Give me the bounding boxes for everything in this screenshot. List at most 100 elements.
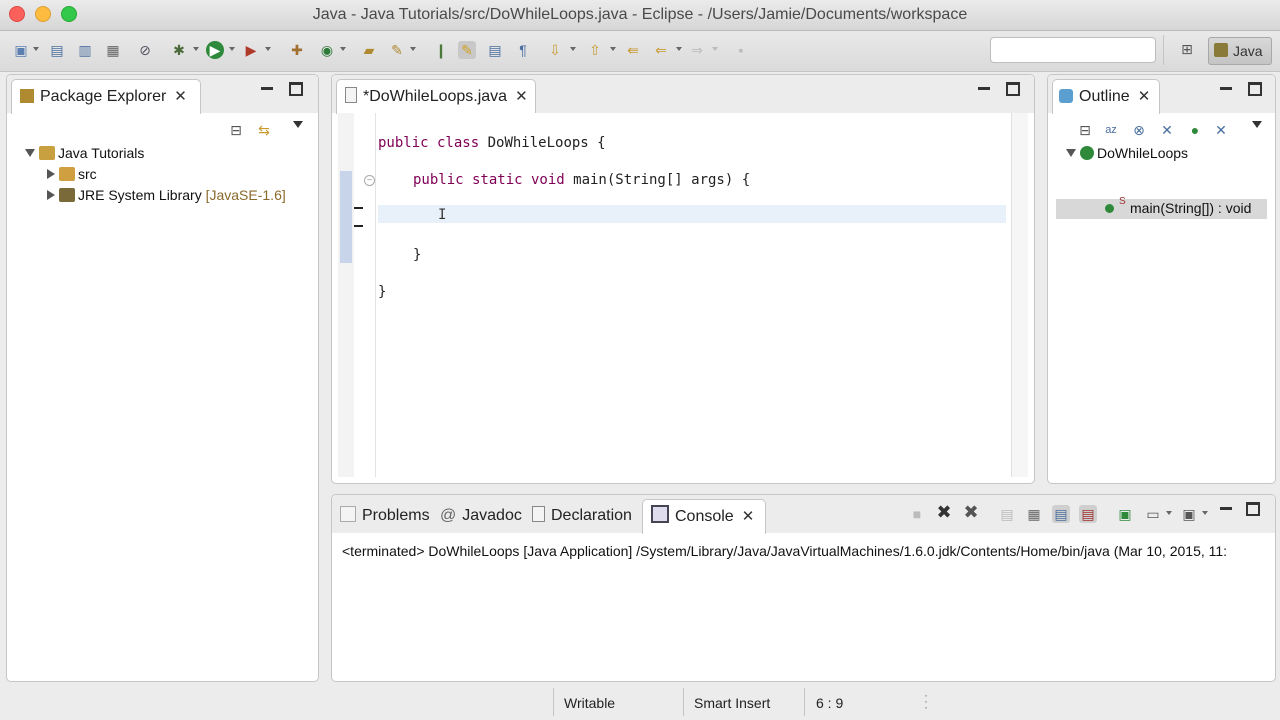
package-explorer-header: Package Explorer ✕ — [7, 75, 318, 114]
open-type-icon[interactable]: ▰ — [360, 41, 378, 59]
open-perspective-icon[interactable]: ⊞ — [1177, 41, 1197, 61]
expanded-arrow-icon[interactable] — [25, 149, 35, 157]
show-whitespace-icon[interactable]: ¶ — [514, 41, 532, 59]
code-line-9: } — [378, 284, 386, 300]
back-dropdown-icon[interactable] — [676, 47, 682, 51]
tab-dowhileloops-java[interactable]: *DoWhileLoops.java ✕ — [336, 79, 536, 114]
close-icon[interactable]: ✕ — [1138, 80, 1151, 114]
maximize-icon[interactable] — [1006, 82, 1020, 96]
next-annotation-icon[interactable]: ⇩ — [546, 41, 564, 59]
save-all-icon[interactable]: ▥ — [76, 41, 94, 59]
new-class-dropdown-icon[interactable] — [340, 47, 346, 51]
close-icon[interactable]: ✕ — [174, 80, 187, 114]
next-annotation-dropdown-icon[interactable] — [570, 47, 576, 51]
clear-console-icon[interactable]: ▤ — [998, 505, 1016, 523]
tree-item-jre[interactable]: JRE System Library [JavaSE-1.6] — [47, 187, 286, 203]
external-tools-icon[interactable]: ✚ — [288, 41, 306, 59]
view-menu-icon[interactable] — [293, 121, 303, 128]
outline-method-item[interactable]: S main(String[]) : void — [1056, 196, 1267, 219]
tree-item-src[interactable]: src — [47, 166, 97, 182]
project-label: Java Tutorials — [58, 145, 145, 161]
tab-javadoc[interactable]: @ Javadoc — [440, 499, 522, 533]
previous-annotation-dropdown-icon[interactable] — [610, 47, 616, 51]
java-perspective-button[interactable]: Java — [1208, 37, 1272, 65]
print-icon[interactable]: ▦ — [104, 41, 122, 59]
close-icon[interactable]: ✕ — [515, 80, 528, 114]
new-dropdown-icon[interactable] — [33, 47, 39, 51]
remove-launch-icon[interactable]: ✖ — [935, 503, 953, 521]
code-editor[interactable]: – public class DoWhileLoops { public sta… — [338, 113, 1028, 477]
expanded-arrow-icon[interactable] — [1066, 149, 1076, 157]
display-console-icon[interactable]: ▭ — [1144, 505, 1162, 523]
debug-dropdown-icon[interactable] — [193, 47, 199, 51]
hide-static-icon[interactable]: ✕ — [1158, 121, 1176, 139]
coverage-dropdown-icon[interactable] — [265, 47, 271, 51]
hide-fields-icon[interactable]: ⊗ — [1130, 121, 1148, 139]
scroll-lock-icon[interactable]: ▦ — [1025, 505, 1043, 523]
run-icon[interactable]: ▶ — [206, 41, 224, 59]
status-resize-grip-icon[interactable]: · · · — [924, 689, 928, 713]
collapsed-arrow-icon[interactable] — [47, 190, 55, 200]
remove-all-terminated-icon[interactable]: ✖ — [962, 503, 980, 521]
maximize-icon[interactable] — [289, 82, 303, 96]
minimize-icon[interactable] — [978, 87, 990, 90]
run-dropdown-icon[interactable] — [229, 47, 235, 51]
forward-dropdown-icon[interactable] — [712, 47, 718, 51]
previous-annotation-icon[interactable]: ⇧ — [586, 41, 604, 59]
block-selection-icon[interactable]: ▤ — [486, 41, 504, 59]
editor-tab-label: *DoWhileLoops.java — [363, 88, 508, 105]
sort-icon[interactable]: az — [1102, 121, 1120, 139]
save-icon[interactable]: ▤ — [48, 41, 66, 59]
hide-local-types-icon[interactable]: ✕ — [1212, 121, 1230, 139]
new-icon[interactable]: ▣ — [12, 41, 30, 59]
new-java-project-icon[interactable]: ◉ — [318, 41, 336, 59]
outline-header: Outline ✕ — [1048, 75, 1275, 114]
tab-problems[interactable]: Problems — [336, 499, 430, 533]
show-on-stderr-icon[interactable]: ▤ — [1079, 505, 1097, 523]
show-on-stdout-icon[interactable]: ▤ — [1052, 505, 1070, 523]
editor-scrollbar[interactable] — [1011, 113, 1028, 477]
back-icon[interactable]: ⇐ — [652, 41, 670, 59]
last-edit-icon[interactable]: ⇚ — [624, 41, 642, 59]
terminate-icon[interactable]: ■ — [908, 505, 926, 523]
open-console-icon[interactable]: ▣ — [1180, 505, 1198, 523]
coverage-icon[interactable]: ▶ — [242, 41, 260, 59]
search-dropdown-icon[interactable] — [410, 47, 416, 51]
at-icon: @ — [440, 507, 457, 524]
link-with-editor-icon[interactable]: ⇆ — [255, 121, 273, 139]
skip-breakpoints-icon[interactable]: ⊘ — [136, 41, 154, 59]
minimize-icon[interactable] — [261, 87, 273, 90]
pin-editor-icon[interactable]: ▪ — [732, 41, 750, 59]
maximize-icon[interactable] — [1246, 502, 1260, 516]
tab-declaration[interactable]: Declaration — [532, 499, 632, 533]
highlight-icon[interactable]: ✎ — [458, 41, 476, 59]
maximize-icon[interactable] — [1248, 82, 1262, 96]
collapse-all-icon[interactable]: ⊟ — [1076, 121, 1094, 139]
outline-class-item[interactable]: DoWhileLoops — [1066, 145, 1188, 161]
debug-icon[interactable]: ✱ — [170, 41, 188, 59]
tab-package-explorer-label: Package Explorer — [40, 88, 167, 105]
collapsed-arrow-icon[interactable] — [47, 169, 55, 179]
tree-item-project[interactable]: Java Tutorials — [25, 145, 144, 161]
tab-console[interactable]: Console ✕ — [642, 499, 766, 534]
minimize-icon[interactable] — [1220, 87, 1232, 90]
class-name-label: DoWhileLoops — [1097, 145, 1189, 161]
close-icon[interactable]: ✕ — [742, 500, 755, 534]
hide-non-public-icon[interactable]: ● — [1186, 121, 1204, 139]
tab-console-label: Console — [675, 508, 734, 525]
minimize-icon[interactable] — [1220, 507, 1232, 510]
toggle-mark-occurrences-icon[interactable]: ❙ — [432, 41, 450, 59]
view-menu-icon[interactable] — [1252, 121, 1262, 128]
collapse-all-icon[interactable]: ⊟ — [227, 121, 245, 139]
pin-console-icon[interactable]: ▣ — [1116, 505, 1134, 523]
forward-icon[interactable]: ⇒ — [688, 41, 706, 59]
display-console-dropdown-icon[interactable] — [1166, 511, 1172, 515]
fold-collapse-icon[interactable]: – — [364, 175, 375, 186]
class-icon — [1080, 146, 1094, 160]
tab-outline[interactable]: Outline ✕ — [1052, 79, 1160, 114]
quick-access-input[interactable] — [990, 37, 1156, 63]
open-console-dropdown-icon[interactable] — [1202, 511, 1208, 515]
tab-package-explorer[interactable]: Package Explorer ✕ — [11, 79, 201, 114]
annotation-ruler[interactable] — [338, 113, 354, 477]
search-icon[interactable]: ✎ — [388, 41, 406, 59]
